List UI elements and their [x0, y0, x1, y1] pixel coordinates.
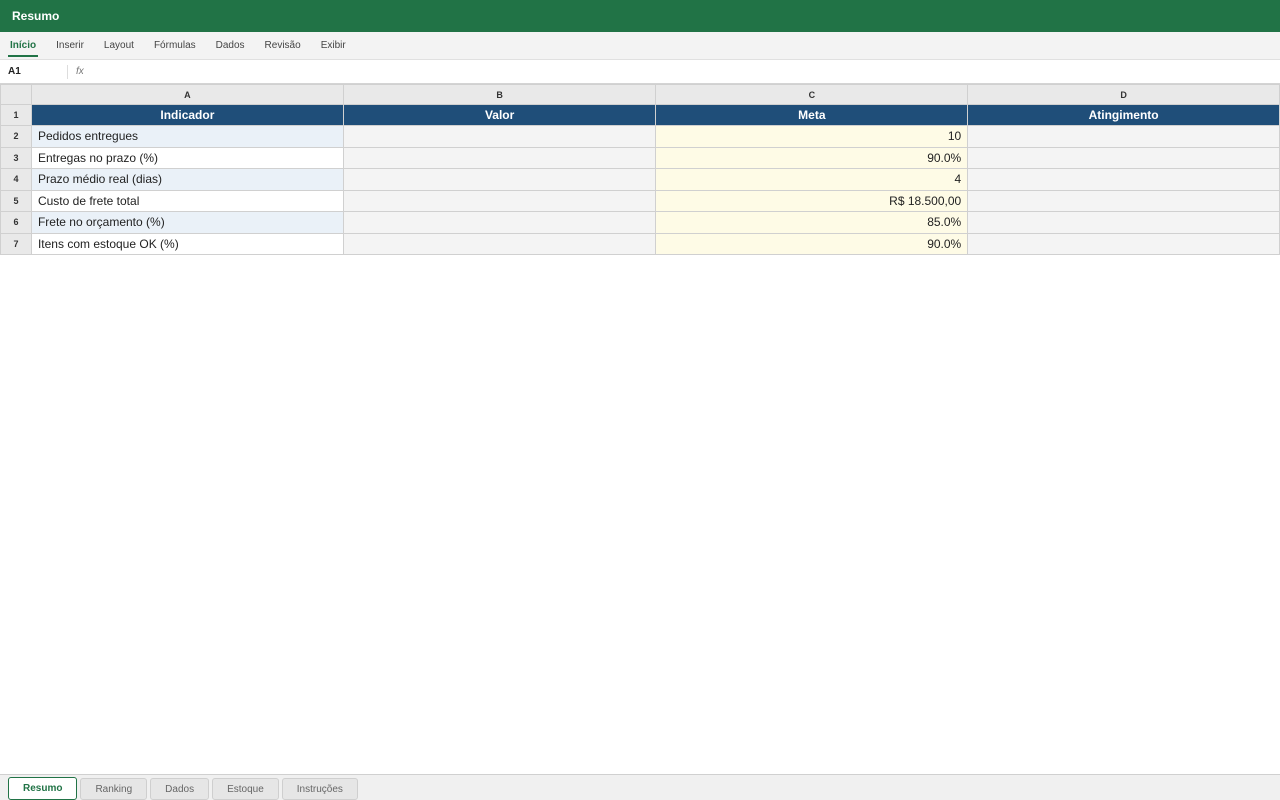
cell-atingimento[interactable] [967, 189, 1280, 212]
column-header-c[interactable]: C [655, 84, 969, 105]
select-all-corner[interactable] [0, 84, 32, 105]
sheet-tab-instrucoes[interactable]: Instruções [281, 778, 358, 800]
cell-atingimento[interactable] [967, 211, 1280, 234]
ribbon-tabs: Início Inserir Layout Fórmulas Dados Rev… [0, 32, 1280, 60]
cell-indicador[interactable]: Itens com estoque OK (%) [30, 232, 344, 255]
ribbon-tab-exibir[interactable]: Exibir [311, 32, 356, 59]
ribbon-tab-revisao[interactable]: Revisão [255, 32, 311, 59]
cell-indicador[interactable]: Custo de frete total [30, 189, 344, 212]
cell-indicador[interactable]: Entregas no prazo (%) [30, 146, 344, 169]
cell-valor[interactable] [342, 125, 657, 148]
cell-atingimento[interactable] [967, 168, 1280, 191]
row-header[interactable]: 2 [0, 125, 32, 148]
row-header[interactable]: 6 [0, 211, 32, 234]
row-header[interactable]: 7 [0, 232, 32, 255]
cell-valor[interactable] [342, 232, 657, 255]
cell-valor[interactable] [342, 146, 657, 169]
cell-valor[interactable] [342, 211, 657, 234]
cell-meta[interactable]: 10 [655, 125, 969, 148]
cell-atingimento[interactable] [967, 232, 1280, 255]
cell-meta[interactable]: 4 [655, 168, 969, 191]
formula-bar: A1 fx [0, 60, 1280, 84]
fx-icon: fx [76, 66, 84, 77]
row-header[interactable]: 3 [0, 146, 32, 169]
cell-atingimento[interactable] [967, 146, 1280, 169]
cell-a1[interactable]: Indicador [30, 104, 344, 126]
sheet-tab-ranking[interactable]: Ranking [80, 778, 148, 800]
cell-valor[interactable] [342, 189, 657, 212]
cell-meta[interactable]: 90.0% [655, 232, 969, 255]
cell-indicador[interactable]: Prazo médio real (dias) [30, 168, 344, 191]
cell-indicador[interactable]: Pedidos entregues [30, 125, 344, 148]
row-header[interactable]: 1 [0, 104, 32, 126]
cell-meta[interactable]: 90.0% [655, 146, 969, 169]
ribbon-tab-layout[interactable]: Layout [94, 32, 144, 59]
sheet-tab-dados[interactable]: Dados [150, 778, 210, 800]
cell-atingimento[interactable] [967, 125, 1280, 148]
ribbon-tab-inserir[interactable]: Inserir [46, 32, 94, 59]
sheet-tab-estoque[interactable]: Estoque [212, 778, 279, 800]
row-header[interactable]: 5 [0, 189, 32, 212]
sheet-tab-bar: Resumo Ranking Dados Estoque Instruções [0, 774, 1280, 800]
cell-meta[interactable]: R$ 18.500,00 [655, 189, 969, 212]
column-header-b[interactable]: B [342, 84, 657, 105]
cell-indicador[interactable]: Frete no orçamento (%) [30, 211, 344, 234]
cell-d1[interactable]: Atingimento [967, 104, 1280, 126]
ribbon-tab-dados[interactable]: Dados [206, 32, 255, 59]
row-header[interactable]: 4 [0, 168, 32, 191]
column-header-a[interactable]: A [30, 84, 344, 105]
cell-b1[interactable]: Valor [342, 104, 657, 126]
cell-c1[interactable]: Meta [655, 104, 969, 126]
name-box[interactable]: A1 [0, 64, 68, 79]
ribbon-tab-formulas[interactable]: Fórmulas [144, 32, 206, 59]
cell-meta[interactable]: 85.0% [655, 211, 969, 234]
cell-valor[interactable] [342, 168, 657, 191]
window-title: Resumo [0, 0, 1280, 32]
formula-input[interactable] [83, 60, 1280, 83]
sheet-tab-resumo[interactable]: Resumo [8, 777, 78, 800]
spreadsheet-grid: A B C D 1 Indicador Valor Meta Atingimen… [0, 84, 1280, 255]
ribbon-tab-inicio[interactable]: Início [8, 32, 46, 59]
column-header-d[interactable]: D [967, 84, 1280, 105]
